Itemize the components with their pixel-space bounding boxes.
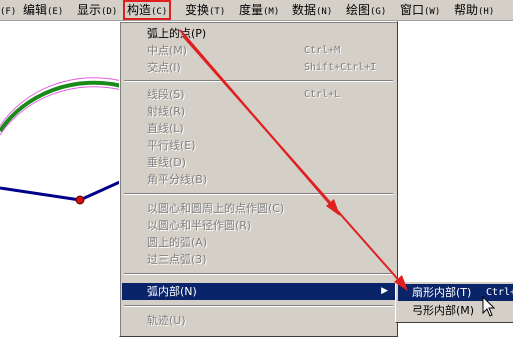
- menu-transform[interactable]: 变换(T): [184, 2, 226, 18]
- menu-help[interactable]: 帮助(H): [453, 2, 495, 18]
- submenu-arrow-icon: ▶: [381, 286, 388, 296]
- menu-separator: [124, 193, 393, 195]
- menu-item-perpendicular-line: 垂线(D): [147, 156, 187, 169]
- menu-data[interactable]: 数据(N): [291, 2, 333, 18]
- menu-item-arc-on-circle: 圆上的弧(A): [147, 236, 208, 249]
- submenu-item-sector-interior[interactable]: 扇形内部(T) Ctrl+: [398, 284, 513, 301]
- menu-item-line: 直线(L): [147, 122, 184, 135]
- menu-separator: [124, 80, 393, 82]
- menu-item-circle-by-center-point: 以圆心和圆周上的点作圆(C): [147, 202, 285, 215]
- menu-graph[interactable]: 绘图(G): [345, 2, 387, 18]
- menu-item-parallel-line: 平行线(E): [147, 139, 196, 152]
- menu-item-arc-interior[interactable]: 弧内部(N) ▶: [122, 283, 395, 300]
- menu-construct[interactable]: 构造(C): [123, 0, 172, 20]
- menu-item-circle-by-center-radius: 以圆心和半径作圆(R): [147, 219, 252, 232]
- menu-item-locus: 轨迹(U): [147, 314, 186, 327]
- menu-item-arc-through-3-points: 过三点弧(3): [147, 253, 207, 266]
- arc-green: [0, 80, 123, 133]
- segment-left[interactable]: [0, 186, 81, 202]
- menu-separator: [124, 273, 393, 275]
- menu-file[interactable]: (F): [0, 2, 17, 18]
- menu-separator: [124, 305, 393, 307]
- submenu-item-segment-interior[interactable]: 弓形内部(M): [398, 302, 513, 319]
- menu-item-angle-bisector: 角平分线(B): [147, 173, 208, 186]
- menu-item-ray: 射线(R): [147, 105, 186, 118]
- menu-window[interactable]: 窗口(W): [399, 2, 441, 18]
- arc-interior-submenu: 扇形内部(T) Ctrl+ 弓形内部(M): [395, 281, 513, 323]
- menu-edit[interactable]: 编辑(E): [22, 2, 64, 18]
- menu-measure[interactable]: 度量(M): [238, 2, 280, 18]
- menu-item-point-on-arc[interactable]: 弧上的点(P): [122, 25, 395, 42]
- segment-right[interactable]: [79, 179, 123, 202]
- menu-bar: (F) 编辑(E) 显示(D) 构造(C) 变换(T) 度量(M) 数据(N) …: [0, 0, 513, 21]
- menu-display[interactable]: 显示(D): [76, 2, 118, 18]
- vertex-point[interactable]: [75, 195, 85, 205]
- construct-menu: 弧上的点(P) 中点(M) Ctrl+M 交点(I) Shift+Ctrl+I …: [119, 21, 398, 337]
- menu-item-midpoint: 中点(M) Ctrl+M: [147, 44, 341, 57]
- menu-item-intersection: 交点(I) Shift+Ctrl+I: [147, 61, 377, 74]
- menu-item-segment: 线段(S) Ctrl+L: [147, 88, 341, 101]
